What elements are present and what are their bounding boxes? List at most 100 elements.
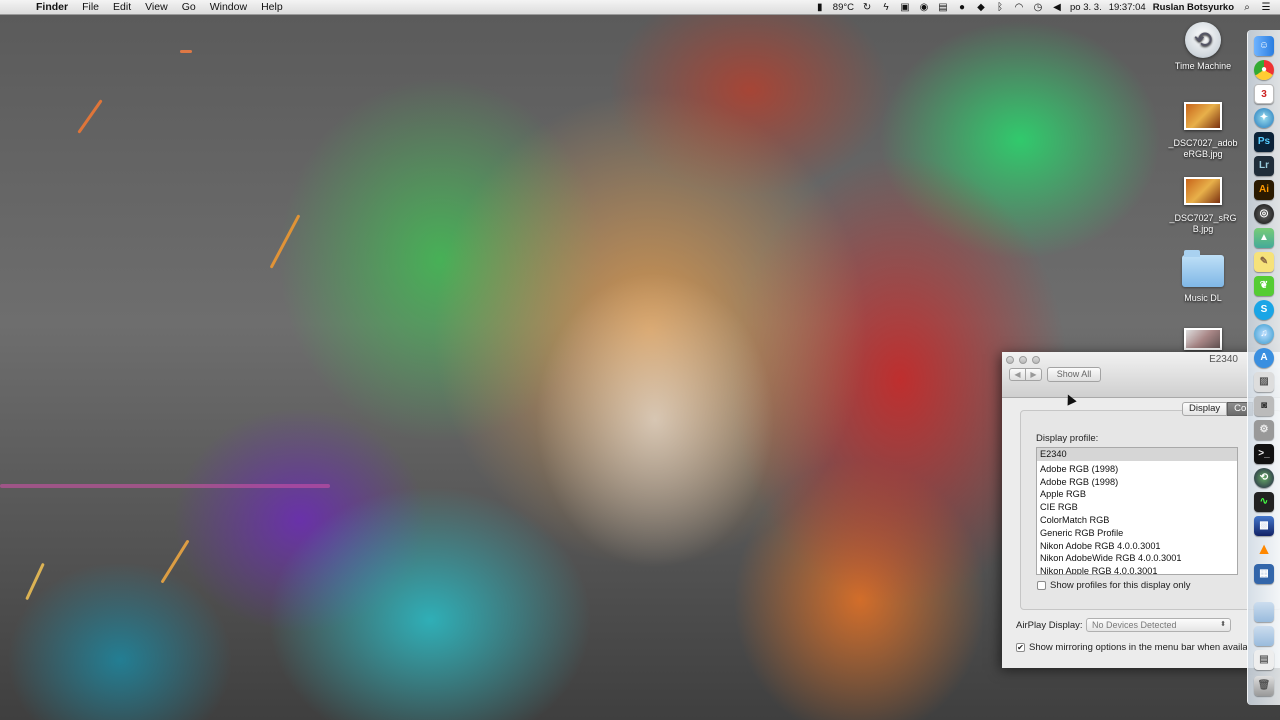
wifi-icon[interactable]: ◠	[1013, 2, 1025, 13]
checkbox-unchecked-icon[interactable]	[1037, 581, 1046, 590]
menu-window[interactable]: Window	[210, 1, 247, 13]
window-title: E2340	[1209, 354, 1238, 365]
profile-item[interactable]: Nikon AdobeWide RGB 4.0.0.3001	[1037, 552, 1237, 565]
tab-bar: Display Co	[1182, 402, 1254, 416]
profile-list[interactable]: E2340 Adobe RGB (1998) Adobe RGB (1998) …	[1036, 447, 1238, 575]
menu-finder[interactable]: Finder	[36, 1, 68, 13]
cpu-monitor-icon[interactable]: ▮	[814, 2, 826, 13]
dock: ☺ ● 3 ✦ Ps Lr Ai ◎ ▲ ✎ ❦ S ♫ A ▨ ◙ ⚙ >_ …	[1247, 30, 1280, 705]
dock-skype-icon[interactable]: S	[1254, 300, 1274, 320]
dock-trash-icon[interactable]: 🗑	[1254, 676, 1274, 696]
profile-item[interactable]: ColorMatch RGB	[1037, 514, 1237, 527]
dock-terminal-icon[interactable]: >_	[1254, 444, 1274, 464]
desktop-icon-label: Music DL	[1184, 293, 1222, 303]
dock-activity-monitor-icon[interactable]: ∿	[1254, 492, 1274, 512]
eye-icon[interactable]: ◉	[918, 2, 930, 13]
dock-finder-icon[interactable]: ☺	[1254, 36, 1274, 56]
dock-safari-icon[interactable]: ✦	[1254, 108, 1274, 128]
clock-readout[interactable]: 19:37:04	[1109, 2, 1146, 13]
dock-illustrator-icon[interactable]: Ai	[1254, 180, 1274, 200]
tab-display[interactable]: Display	[1182, 402, 1228, 416]
dock-photoshop-icon[interactable]: Ps	[1254, 132, 1274, 152]
bolt-icon[interactable]: ϟ	[880, 2, 892, 13]
desktop-icon-image[interactable]	[1163, 328, 1243, 353]
folder-icon	[1182, 250, 1224, 287]
dock-time-machine-icon[interactable]: ⟲	[1254, 468, 1274, 488]
image-capture-icon[interactable]: ▣	[899, 2, 911, 13]
wallpaper-spark	[25, 562, 45, 601]
profile-item[interactable]: Adobe RGB (1998)	[1037, 476, 1237, 489]
profile-item[interactable]: Adobe RGB (1998)	[1037, 463, 1237, 476]
sync-icon[interactable]: ↻	[861, 2, 873, 13]
wallpaper-spark	[0, 484, 330, 488]
user-name[interactable]: Ruslan Botsyurko	[1153, 2, 1234, 13]
dock-calendar-icon[interactable]: 3	[1254, 84, 1274, 104]
desktop-icon-adobergb-jpg[interactable]: _DSC7027_adobeRGB.jpg	[1163, 102, 1243, 160]
show-profiles-only-checkbox[interactable]: Show profiles for this display only	[1037, 580, 1190, 591]
airplay-display-select[interactable]: No Devices Detected ⬍	[1086, 618, 1231, 632]
show-mirroring-checkbox[interactable]: ✔ Show mirroring options in the menu bar…	[1016, 642, 1248, 653]
dock-chrome-icon[interactable]: ●	[1254, 60, 1274, 80]
checkbox-label: Show profiles for this display only	[1050, 580, 1191, 591]
dock-vlc-icon[interactable]: ▲	[1254, 540, 1274, 560]
dock-lightroom-icon[interactable]: Lr	[1254, 156, 1274, 176]
window-titlebar[interactable]: E2340 ◀ ▶ Show All	[1002, 352, 1280, 398]
profile-item[interactable]: Nikon Apple RGB 4.0.0.3001	[1037, 565, 1237, 574]
show-all-button[interactable]: Show All	[1047, 367, 1101, 382]
volume-icon[interactable]: ◀	[1051, 2, 1063, 13]
menu-view[interactable]: View	[145, 1, 168, 13]
desktop-icon-music-dl[interactable]: Music DL	[1163, 250, 1243, 304]
display-preferences-window: E2340 ◀ ▶ Show All Display Co Display pr…	[1002, 352, 1280, 668]
checkbox-checked-icon[interactable]: ✔	[1016, 643, 1025, 652]
close-window-button[interactable]	[1006, 356, 1014, 364]
desktop-icon-label: _DSC7027_adobeRGB.jpg	[1168, 138, 1238, 159]
wallpaper-spark	[269, 214, 301, 269]
dock-iphoto-icon[interactable]: ▩	[1254, 516, 1274, 536]
profile-item[interactable]: E2340	[1037, 448, 1237, 461]
image-file-icon	[1184, 102, 1222, 130]
date-readout[interactable]: po 3. 3.	[1070, 2, 1102, 13]
desktop-icon-label: Time Machine	[1174, 61, 1232, 71]
back-button[interactable]: ◀	[1009, 368, 1026, 381]
profile-item[interactable]: Generic RGB Profile	[1037, 527, 1237, 540]
bluetooth-icon[interactable]: ᛒ	[994, 2, 1006, 13]
minimize-window-button[interactable]	[1019, 356, 1027, 364]
desktop-icon-time-machine[interactable]: ⟲ Time Machine	[1163, 22, 1243, 72]
airplay-display-label: AirPlay Display:	[1016, 620, 1083, 631]
menu-edit[interactable]: Edit	[113, 1, 131, 13]
updown-chevron-icon: ⬍	[1220, 621, 1226, 628]
dock-camera-icon[interactable]: ◙	[1254, 396, 1274, 416]
dock-system-preferences-icon[interactable]: ⚙	[1254, 420, 1274, 440]
temperature-readout[interactable]: 89°C	[833, 2, 854, 13]
menu-app-icon[interactable]: ▤	[937, 2, 949, 13]
dropbox-icon[interactable]: ◆	[975, 2, 987, 13]
dock-capture-icon[interactable]: ▦	[1254, 564, 1274, 584]
profile-item[interactable]: Apple RGB	[1037, 488, 1237, 501]
dock-maps-icon[interactable]: ▲	[1254, 228, 1274, 248]
dock-evernote-icon[interactable]: ❦	[1254, 276, 1274, 296]
notification-center-icon[interactable]: ☰	[1260, 2, 1272, 13]
dock-app-store-icon[interactable]: A	[1254, 348, 1274, 368]
forward-button[interactable]: ▶	[1025, 368, 1042, 381]
dock-folder-icon[interactable]	[1254, 602, 1274, 622]
dock-notes-icon[interactable]: ✎	[1254, 252, 1274, 272]
display-profile-label: Display profile:	[1036, 433, 1099, 444]
wallpaper-spark	[160, 539, 190, 584]
profile-item[interactable]: Nikon Adobe RGB 4.0.0.3001	[1037, 540, 1237, 553]
dock-aperture-icon[interactable]: ◎	[1254, 204, 1274, 224]
time-machine-status-icon[interactable]: ◷	[1032, 2, 1044, 13]
menu-file[interactable]: File	[82, 1, 99, 13]
spotlight-icon[interactable]: ⌕	[1241, 2, 1253, 13]
dock-documents-icon[interactable]: ▤	[1254, 650, 1274, 670]
menu-go[interactable]: Go	[182, 1, 196, 13]
dock-preview-icon[interactable]: ▨	[1254, 372, 1274, 392]
image-file-icon	[1184, 177, 1222, 205]
profile-item[interactable]: CIE RGB	[1037, 501, 1237, 514]
dock-downloads-icon[interactable]	[1254, 626, 1274, 646]
dock-itunes-icon[interactable]: ♫	[1254, 324, 1274, 344]
image-file-icon	[1184, 328, 1222, 350]
desktop-icon-srgb-jpg[interactable]: _DSC7027_sRGB.jpg	[1163, 177, 1243, 235]
zoom-window-button[interactable]	[1032, 356, 1040, 364]
menu-help[interactable]: Help	[261, 1, 283, 13]
evernote-icon[interactable]: ●	[956, 2, 968, 13]
